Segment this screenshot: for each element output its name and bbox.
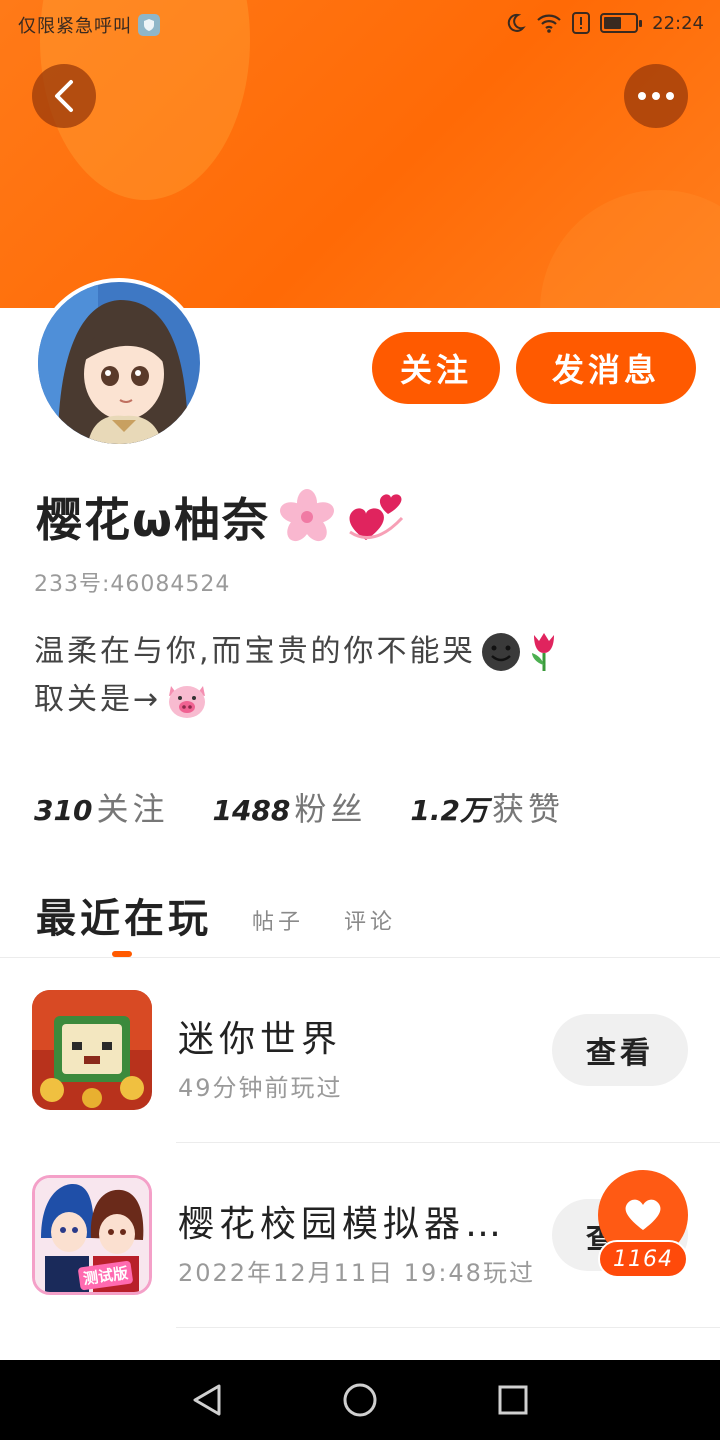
game-title: 迷你世界	[178, 1019, 343, 1060]
send-message-button[interactable]: 发消息	[516, 332, 696, 404]
system-nav-bar	[0, 1360, 720, 1440]
carrier-text: 仅限紧急呼叫	[18, 16, 132, 37]
avatar[interactable]	[34, 278, 204, 448]
chevron-left-icon	[55, 80, 73, 112]
battery-fill	[604, 17, 622, 29]
view-button[interactable]: 查看	[552, 1014, 688, 1086]
bio-line-2: 取关是→	[34, 682, 162, 717]
nav-recents-button[interactable]	[483, 1370, 543, 1430]
username-row: 樱花ω柚奈	[36, 484, 406, 550]
bio: 温柔在与你,而宝贵的你不能哭 取关是→	[34, 628, 562, 724]
follow-button[interactable]: 关注	[372, 332, 500, 404]
stat-value: 1488	[212, 794, 291, 827]
clock-time: 22:24	[652, 12, 704, 34]
tulip-icon	[531, 633, 554, 671]
stat-likes: 1.2万 获赞	[410, 784, 564, 830]
nav-home-button[interactable]	[330, 1370, 390, 1430]
stat-value: 1.2万	[410, 794, 489, 827]
smiling-face-icon	[481, 633, 520, 671]
send-message-label: 发消息	[551, 351, 660, 389]
nav-back-button[interactable]	[177, 1370, 237, 1430]
profile-stats: 310 关注 1488 粉丝 1.2万 获赞	[34, 784, 608, 830]
stat-following[interactable]: 310 关注	[34, 784, 168, 830]
profile-tabs: 最近在玩 帖子 评论	[36, 886, 396, 944]
username: 樱花ω柚奈	[36, 493, 270, 547]
tab-comments[interactable]: 评论	[344, 904, 396, 944]
pig-face-icon	[169, 686, 206, 718]
mini-world-icon	[32, 990, 152, 1110]
recents-square-icon	[498, 1385, 528, 1415]
stat-label: 粉丝	[294, 790, 367, 828]
heart-icon	[625, 1199, 661, 1230]
game-subtitle: 49分钟前玩过	[178, 1074, 343, 1102]
alert-icon	[572, 12, 591, 34]
cherry-blossom-icon	[280, 489, 334, 542]
tab-label: 评论	[344, 910, 397, 935]
like-count: 1164	[598, 1240, 688, 1278]
stat-label: 关注	[96, 790, 169, 828]
avatar-image	[38, 282, 200, 444]
more-dots-icon	[638, 92, 674, 100]
revolving-hearts-icon	[349, 494, 404, 540]
list-item[interactable]: 迷你世界 49分钟前玩过 查看	[0, 958, 720, 1143]
follow-label: 关注	[399, 351, 472, 389]
sakura-school-icon: 测试版	[32, 1175, 152, 1295]
back-triangle-icon	[193, 1384, 221, 1416]
game-title: 樱花校园模拟器…	[178, 1204, 507, 1245]
stat-fans[interactable]: 1488 粉丝	[212, 784, 366, 830]
moon-icon	[507, 13, 526, 32]
stat-label: 获赞	[492, 790, 565, 828]
game-subtitle: 2022年12月11日 19:48玩过	[178, 1259, 535, 1287]
status-bar: 仅限紧急呼叫 22:24	[0, 0, 720, 50]
bio-line-1: 温柔在与你,而宝贵的你不能哭	[34, 634, 476, 669]
user-id: 233号:46084524	[34, 572, 231, 597]
tab-recently-played[interactable]: 最近在玩	[36, 886, 212, 944]
back-button[interactable]	[32, 64, 96, 128]
divider	[176, 1327, 720, 1328]
more-button[interactable]	[624, 64, 688, 128]
home-circle-icon	[343, 1383, 377, 1417]
battery-icon	[600, 13, 643, 33]
wifi-icon	[537, 14, 561, 33]
tab-posts[interactable]: 帖子	[252, 904, 304, 944]
view-label: 查看	[586, 1036, 654, 1071]
tab-label: 帖子	[252, 910, 305, 935]
shield-icon	[138, 14, 160, 36]
tab-label: 最近在玩	[36, 896, 212, 942]
stat-value: 310	[34, 794, 93, 827]
